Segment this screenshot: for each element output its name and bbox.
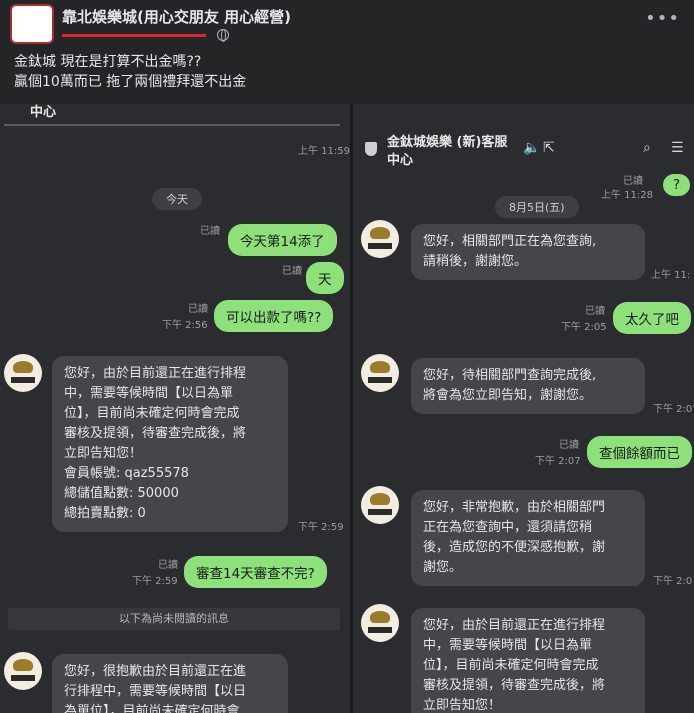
menu-icon[interactable]: ☰ — [671, 140, 684, 156]
page-name[interactable]: 靠北娛樂城(用心交朋友 用心經營) — [62, 6, 291, 27]
time-label: 上午 11:59 — [298, 146, 350, 157]
header-divider — [4, 124, 340, 126]
outgoing-message: 可以出款了嗎?? — [214, 300, 334, 332]
read-label: 已讀 — [158, 560, 178, 571]
share-icon[interactable]: ⇱ — [543, 140, 555, 156]
message-line: 位】，目前尚未確定何時會完成 — [64, 406, 240, 421]
message-line: 為單位】，目前尚未確定何時會 — [64, 704, 240, 713]
outgoing-message: 太久了吧 — [613, 302, 691, 334]
more-options-icon[interactable]: ••• — [645, 8, 680, 29]
bot-avatar — [361, 486, 399, 524]
bot-avatar — [361, 354, 399, 392]
page-avatar[interactable] — [10, 4, 54, 44]
message-line: 您好，相關部門正在為您查詢, — [423, 234, 597, 249]
post-text-line-2: 贏個10萬而已 拖了兩個禮拜還不出金 — [14, 74, 247, 90]
message-line: 您好，很抱歉由於目前還正在進 — [64, 664, 247, 679]
chat-screenshot-right: 金鈦城娛樂 (新)客服 中心 🔈 ⇱ ⌕ ☰ 已讀 上午 11:28 ? 8月5… — [353, 104, 694, 713]
chat-screenshot-left: 中心 上午 11:59 今天 已讀 今天第14添了 已讀 天 已讀 下午 2:5… — [0, 104, 350, 713]
incoming-message: 您好，由於目前還正在進行排程 中，需要等候時間【以日為單 位】，目前尚未確定何時… — [411, 608, 645, 713]
message-line: 審核及提領，待審查完成後，將 — [423, 678, 606, 693]
time-label: 上午 11:28 — [601, 190, 653, 201]
time-label: 下午 2:0 — [653, 576, 693, 587]
post-header: 靠北娛樂城(用心交朋友 用心經營) ••• 金鈦城 現在是打算不出金嗎?? 贏個… — [0, 0, 694, 104]
message-line: 總拍賣點數: 0 — [64, 506, 146, 521]
bot-avatar — [4, 354, 42, 392]
incoming-message: 您好，待相關部門查詢完成後, 將會為您立即告知，謝謝您。 — [411, 358, 645, 414]
unread-divider: 以下為尚未閱讀的訊息 — [8, 608, 340, 630]
bot-avatar — [361, 604, 399, 642]
message-line: 您好，由於目前還正在進行排程 — [423, 618, 606, 633]
time-label: 上午 11: — [651, 270, 691, 281]
chat-title-line-1: 金鈦城娛樂 (新)客服 — [387, 135, 508, 150]
post-text-line-1: 金鈦城 現在是打算不出金嗎?? — [14, 54, 202, 70]
message-line: 將會為您立即告知，謝謝您。 — [423, 388, 593, 403]
read-label: 已讀 — [623, 176, 643, 187]
time-label: 下午 2:07 — [535, 456, 581, 467]
incoming-message: 您好，很抱歉由於目前還正在進 行排程中，需要等候時間【以日 為單位】，目前尚未確… — [52, 654, 288, 713]
time-label: 下午 2:59 — [132, 576, 178, 587]
message-line: 正在為您查詢中，還須請您稍 — [423, 520, 593, 535]
chat-title: 金鈦城娛樂 (新)客服 中心 — [387, 134, 507, 170]
message-line: 您好，由於目前還正在進行排程 — [64, 366, 247, 381]
time-label: 下午 2:07 — [653, 404, 694, 415]
read-label: 已讀 — [188, 304, 208, 315]
redaction-mark — [62, 34, 206, 37]
time-label: 下午 2:05 — [561, 322, 607, 333]
mute-icon[interactable]: 🔈 — [523, 140, 540, 156]
message-line: 請稍後，謝謝您。 — [423, 254, 528, 269]
time-label: 下午 2:59 — [298, 522, 344, 533]
incoming-message: 您好，相關部門正在為您查詢, 請稍後，謝謝您。 — [411, 224, 645, 280]
message-line: 位】，目前尚未確定何時會完成 — [423, 658, 599, 673]
message-line: 會員帳號: qaz55578 — [64, 466, 189, 481]
date-chip: 8月5日(五) — [495, 196, 579, 218]
message-line: 中，需要等候時間【以日為單 — [423, 638, 593, 653]
outgoing-message: ? — [663, 174, 691, 196]
chat-title-partial: 中心 — [30, 105, 57, 120]
read-label: 已讀 — [200, 226, 220, 237]
read-label: 已讀 — [559, 440, 579, 451]
message-line: 您好，非常抱歉，由於相關部門 — [423, 500, 606, 515]
shield-icon — [365, 142, 377, 156]
time-label: 下午 2:56 — [162, 320, 208, 331]
message-line: 立即告知您！ — [423, 698, 502, 713]
incoming-message: 您好，非常抱歉，由於相關部門 正在為您查詢中，還須請您稍 後，造成您的不便深感抱… — [411, 490, 645, 586]
read-label: 已讀 — [282, 266, 302, 277]
message-line: 行排程中，需要等候時間【以日 — [64, 684, 247, 699]
date-chip: 今天 — [152, 188, 202, 210]
outgoing-message: 審查14天審查不完? — [184, 556, 327, 588]
read-label: 已讀 — [585, 306, 605, 317]
bot-avatar — [361, 220, 399, 258]
chat-title-line-2: 中心 — [387, 153, 414, 168]
post-text: 金鈦城 現在是打算不出金嗎?? 贏個10萬而已 拖了兩個禮拜還不出金 — [14, 52, 246, 92]
bot-avatar — [4, 652, 42, 690]
message-line: 您好，待相關部門查詢完成後, — [423, 368, 597, 383]
message-line: 立即告知您！ — [64, 446, 143, 461]
incoming-message: 您好，由於目前還正在進行排程 中，需要等候時間【以日為單 位】，目前尚未確定何時… — [52, 356, 288, 532]
outgoing-message: 天 — [306, 262, 344, 294]
message-line: 中，需要等候時間【以日為單 — [64, 386, 234, 401]
search-icon[interactable]: ⌕ — [643, 140, 651, 156]
message-line: 謝您。 — [423, 560, 463, 575]
globe-icon — [217, 29, 229, 42]
outgoing-message: 今天第14添了 — [228, 224, 337, 256]
message-line: 審核及提領，待審查完成後，將 — [64, 426, 247, 441]
outgoing-message: 查個餘額而已 — [587, 436, 692, 468]
message-line: 總儲值點數: 50000 — [64, 486, 179, 501]
message-line: 後，造成您的不便深感抱歉，謝 — [423, 540, 606, 555]
